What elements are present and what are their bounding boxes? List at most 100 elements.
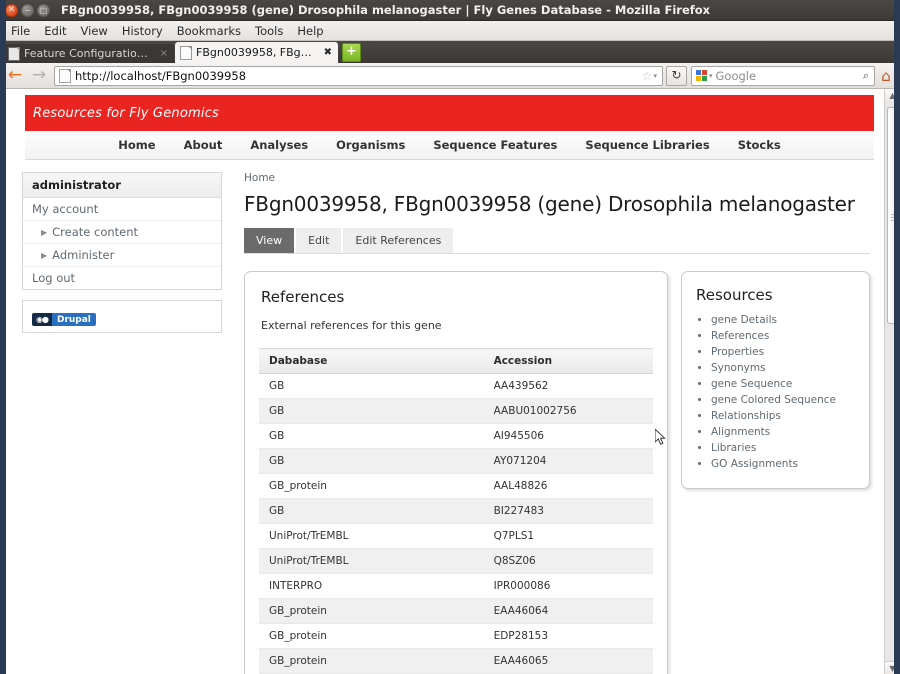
nav-item-sequence-libraries[interactable]: Sequence Libraries: [571, 138, 723, 152]
page-tabs: View Edit Edit References: [244, 228, 870, 254]
resources-list-item[interactable]: Libraries: [711, 442, 859, 454]
user-block-title: administrator: [23, 173, 221, 198]
resources-list-item[interactable]: gene Details: [711, 314, 859, 326]
resources-list-item[interactable]: Properties: [711, 346, 859, 358]
tab-close-icon[interactable]: ×: [160, 48, 168, 59]
browser-tab-fbgn0039958[interactable]: FBgn0039958, FBgn0039958... ✖: [175, 42, 338, 63]
cell-database: GB_protein: [259, 648, 484, 674]
menu-view[interactable]: View: [74, 23, 115, 39]
url-bar[interactable]: http://localhost/FBgn0039958 ☆ ▾: [54, 65, 663, 86]
resources-list-item[interactable]: References: [711, 330, 859, 342]
site-banner: Resources for Fly Genomics: [25, 95, 874, 131]
sidebar-item-label: Administer: [52, 248, 115, 262]
window-title: FBgn0039958, FBgn0039958 (gene) Drosophi…: [61, 3, 711, 17]
window-maximize-button[interactable]: □: [37, 3, 50, 17]
tab-strip: Feature Configuration | Fly ... × FBgn00…: [0, 41, 900, 63]
sidebar-item-log-out[interactable]: Log out: [23, 267, 221, 289]
references-panel-description: External references for this gene: [261, 319, 442, 332]
nav-item-sequence-features[interactable]: Sequence Features: [419, 138, 571, 152]
search-bar[interactable]: ▾ Google ⌕: [691, 65, 875, 86]
breadcrumb[interactable]: Home: [244, 172, 870, 184]
menu-bar: File Edit View History Bookmarks Tools H…: [0, 21, 900, 41]
cell-database: UniProt/TrEMBL: [259, 548, 484, 574]
resources-list-item[interactable]: gene Sequence: [711, 378, 859, 390]
search-icon[interactable]: ⌕: [863, 69, 869, 83]
resources-list-item[interactable]: GO Assignments: [711, 458, 859, 470]
bookmark-star-icon[interactable]: ☆: [642, 69, 653, 83]
references-panel-title: References: [261, 288, 345, 306]
sidebar-item-create-content[interactable]: ▶ Create content: [23, 221, 221, 244]
cell-database: GB: [259, 398, 484, 424]
resources-panel: Resources gene Details References Properti…: [681, 271, 870, 489]
table-row: INTERPRO IPR000086: [259, 573, 653, 599]
menu-history[interactable]: History: [115, 23, 170, 39]
menu-help[interactable]: Help: [290, 23, 330, 39]
table-row: GB AI945506: [259, 423, 653, 449]
table-row: GB BI227483: [259, 498, 653, 524]
cell-accession: AAL48826: [483, 473, 653, 499]
cell-accession: AABU01002756: [483, 398, 653, 424]
nav-item-about[interactable]: About: [170, 138, 237, 152]
sidebar-item-label: My account: [32, 202, 99, 216]
left-sidebar: administrator My account ▶ Create conten…: [22, 172, 222, 674]
resources-list-item[interactable]: Alignments: [711, 426, 859, 438]
resources-list-item[interactable]: Relationships: [711, 410, 859, 422]
search-input[interactable]: Google: [716, 69, 863, 83]
resources-list: gene Details References Properties Synonyms…: [696, 314, 859, 470]
cell-database: GB_protein: [259, 473, 484, 499]
main-column: Home FBgn0039958, FBgn0039958 (gene) Dro…: [244, 172, 870, 674]
references-table: Dababase Accession GB AA439562 GB AABU01002…: [259, 348, 653, 674]
chevron-down-icon[interactable]: ▾: [709, 72, 713, 80]
tab-close-icon[interactable]: ✖: [324, 47, 332, 58]
close-icon: ✕: [7, 4, 16, 15]
table-row: GB AABU01002756: [259, 398, 653, 424]
reload-button[interactable]: ↻: [666, 65, 687, 86]
browser-tab-label: FBgn0039958, FBgn0039958...: [196, 46, 319, 59]
browser-window: ✕ − □ FBgn0039958, FBgn0039958 (gene) Dr…: [0, 0, 900, 674]
nav-item-stocks[interactable]: Stocks: [724, 138, 795, 152]
window-minimize-button[interactable]: −: [21, 3, 34, 17]
cell-accession: AI945506: [483, 423, 653, 449]
menu-edit[interactable]: Edit: [37, 23, 73, 39]
column-header-database: Dababase: [259, 348, 484, 374]
cell-database: GB: [259, 423, 484, 449]
site-name: Resources for Fly Genomics: [33, 105, 219, 121]
tab-edit[interactable]: Edit: [296, 228, 342, 253]
table-row: UniProt/TrEMBL Q8SZ06: [259, 548, 653, 574]
chevron-down-icon[interactable]: ▾: [653, 72, 657, 80]
menu-file[interactable]: File: [4, 23, 37, 39]
cell-database: INTERPRO: [259, 573, 484, 599]
forward-arrow-icon[interactable]: →: [27, 67, 51, 84]
drupal-badge-label: Drupal: [51, 313, 96, 326]
nav-item-organisms[interactable]: Organisms: [322, 138, 419, 152]
references-table-body: GB AA439562 GB AABU01002756 GB AI945506 GB AY07…: [259, 373, 653, 674]
sidebar-item-label: Create content: [52, 225, 139, 239]
sidebar-item-administer[interactable]: ▶ Administer: [23, 244, 221, 267]
window-frame-right: [894, 0, 900, 674]
resources-list-item[interactable]: Synonyms: [711, 362, 859, 374]
menu-bookmarks[interactable]: Bookmarks: [170, 23, 248, 39]
sidebar-item-label: Log out: [32, 271, 76, 285]
resources-list-item[interactable]: gene Colored Sequence: [711, 394, 859, 406]
minimize-icon: −: [24, 5, 31, 15]
tab-view[interactable]: View: [244, 228, 295, 253]
browser-tab-feature-configuration[interactable]: Feature Configuration | Fly ... ×: [3, 44, 174, 63]
page-content: administrator My account ▶ Create conten…: [0, 172, 884, 674]
references-panel: References External references for this …: [244, 271, 668, 674]
panels-row: References External references for this …: [244, 271, 870, 674]
table-row: GB AA439562: [259, 373, 653, 399]
nav-item-analyses[interactable]: Analyses: [236, 138, 322, 152]
cell-accession: EAA46064: [483, 598, 653, 624]
window-close-button[interactable]: ✕: [5, 3, 18, 17]
cell-database: GB_protein: [259, 598, 484, 624]
tab-edit-references[interactable]: Edit References: [343, 228, 454, 253]
resources-panel-title: Resources: [696, 286, 773, 304]
menu-tools[interactable]: Tools: [248, 23, 290, 39]
google-icon: [696, 70, 707, 81]
drupal-badge[interactable]: ◉● Drupal: [32, 313, 96, 326]
back-arrow-icon[interactable]: ←: [3, 67, 27, 84]
sidebar-item-my-account[interactable]: My account: [23, 198, 221, 221]
cell-accession: EDP28153: [483, 623, 653, 649]
nav-item-home[interactable]: Home: [104, 138, 169, 152]
new-tab-button[interactable]: +: [342, 43, 361, 62]
